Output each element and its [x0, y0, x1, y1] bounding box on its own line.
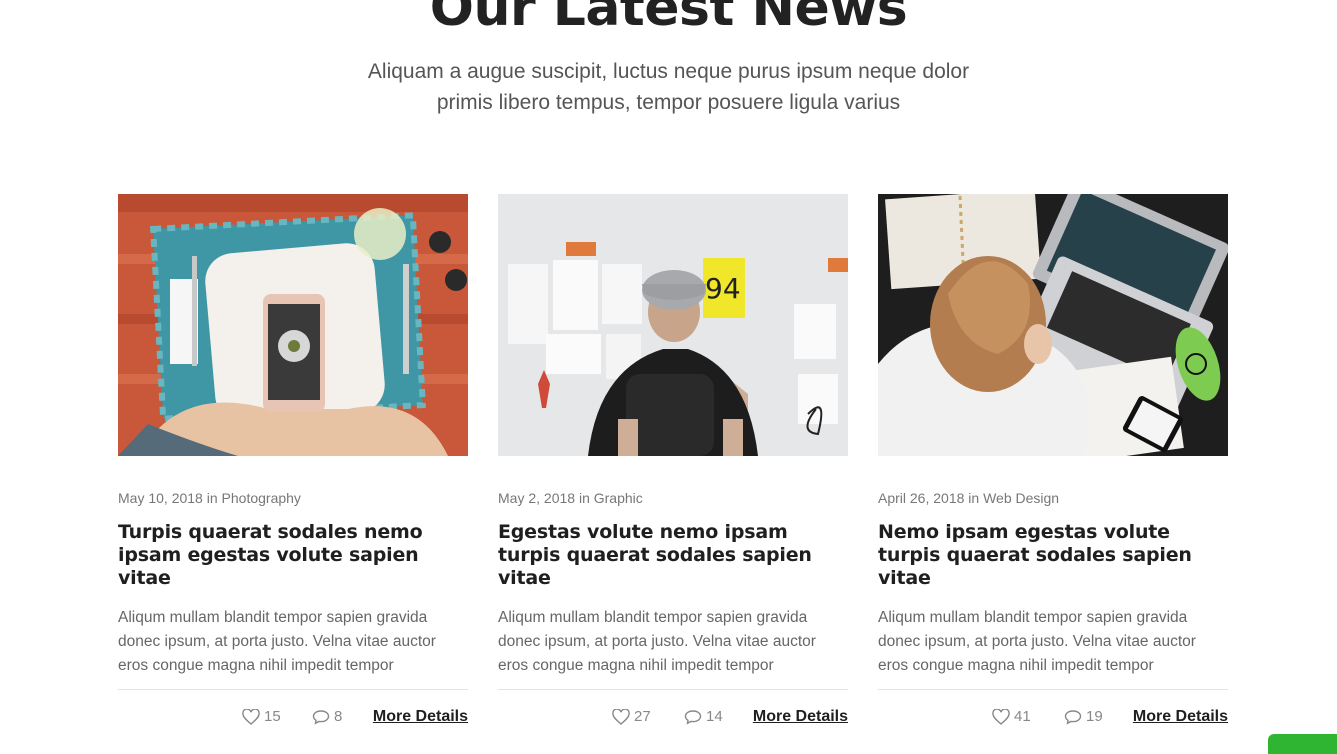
- likes-counter[interactable]: 27: [612, 708, 651, 726]
- likes-count: 27: [634, 708, 651, 725]
- post-meta: May 10, 2018 in Photography: [118, 489, 468, 507]
- comments-count: 19: [1086, 708, 1103, 725]
- post-title[interactable]: Nemo ipsam egestas volute turpis quaerat…: [878, 521, 1228, 590]
- post-category[interactable]: Web Design: [983, 490, 1059, 506]
- post-excerpt: Aliqum mullam blandit tempor sapien grav…: [878, 609, 1196, 674]
- post-excerpt: Aliqum mullam blandit tempor sapien grav…: [118, 609, 436, 674]
- comments-count: 14: [706, 708, 723, 725]
- post-date: May 10, 2018: [118, 490, 203, 506]
- post-title[interactable]: Turpis quaerat sodales nemo ipsam egesta…: [118, 521, 468, 590]
- section-title: Our Latest News: [429, 0, 908, 38]
- heart-icon: [612, 709, 630, 725]
- man-at-wall-image: 94: [498, 194, 848, 456]
- post-image-link[interactable]: [878, 194, 1228, 456]
- comments-count: 8: [334, 708, 343, 725]
- post-meta-in: in: [968, 490, 980, 506]
- post-image-link[interactable]: [118, 194, 468, 456]
- post-category[interactable]: Graphic: [594, 490, 643, 506]
- news-card: April 26, 2018 in Web Design Nemo ipsam …: [878, 194, 1228, 725]
- more-details-link[interactable]: More Details: [373, 708, 468, 726]
- comments-counter[interactable]: 19: [1064, 708, 1103, 726]
- chat-widget-button[interactable]: [1268, 734, 1337, 754]
- news-card: 94 May 2, 2018 in Graphic Egestas volute…: [498, 194, 848, 725]
- post-footer: 27 14 More Details: [498, 689, 848, 730]
- post-footer: 41 19 More Details: [878, 689, 1228, 730]
- likes-counter[interactable]: 15: [242, 708, 281, 726]
- comment-icon: [312, 710, 330, 725]
- subtitle-line-1: Aliquam a augue suscipit, luctus neque p…: [367, 60, 970, 83]
- food-photo-phone-image: [118, 194, 468, 456]
- comment-icon: [684, 710, 702, 725]
- news-card: May 10, 2018 in Photography Turpis quaer…: [118, 194, 468, 725]
- likes-count: 15: [264, 708, 281, 725]
- svg-text:94: 94: [705, 272, 741, 305]
- heart-icon: [242, 709, 260, 725]
- comment-icon: [1064, 710, 1082, 725]
- more-details-link[interactable]: More Details: [1133, 708, 1228, 726]
- post-category[interactable]: Photography: [222, 490, 301, 506]
- post-excerpt: Aliqum mullam blandit tempor sapien grav…: [498, 609, 816, 674]
- likes-counter[interactable]: 41: [992, 708, 1031, 726]
- comments-counter[interactable]: 14: [684, 708, 723, 726]
- post-date: April 26, 2018: [878, 490, 965, 506]
- likes-count: 41: [1014, 708, 1031, 725]
- heart-icon: [992, 709, 1010, 725]
- post-date: May 2, 2018: [498, 490, 576, 506]
- stressed-woman-laptop-image: [878, 194, 1228, 456]
- post-meta-in: in: [206, 490, 218, 506]
- post-meta: April 26, 2018 in Web Design: [878, 489, 1228, 507]
- post-meta: May 2, 2018 in Graphic: [498, 489, 848, 507]
- comments-counter[interactable]: 8: [312, 708, 342, 726]
- subtitle-line-2: primis libero tempus, tempor posuere lig…: [436, 91, 901, 114]
- post-image-link[interactable]: 94: [498, 194, 848, 456]
- post-footer: 15 8 More Details: [118, 689, 468, 730]
- more-details-link[interactable]: More Details: [753, 708, 848, 726]
- post-meta-in: in: [578, 490, 590, 506]
- post-title[interactable]: Egestas volute nemo ipsam turpis quaerat…: [498, 521, 848, 590]
- section-subtitle: Aliquam a augue suscipit, luctus neque p…: [0, 56, 1337, 118]
